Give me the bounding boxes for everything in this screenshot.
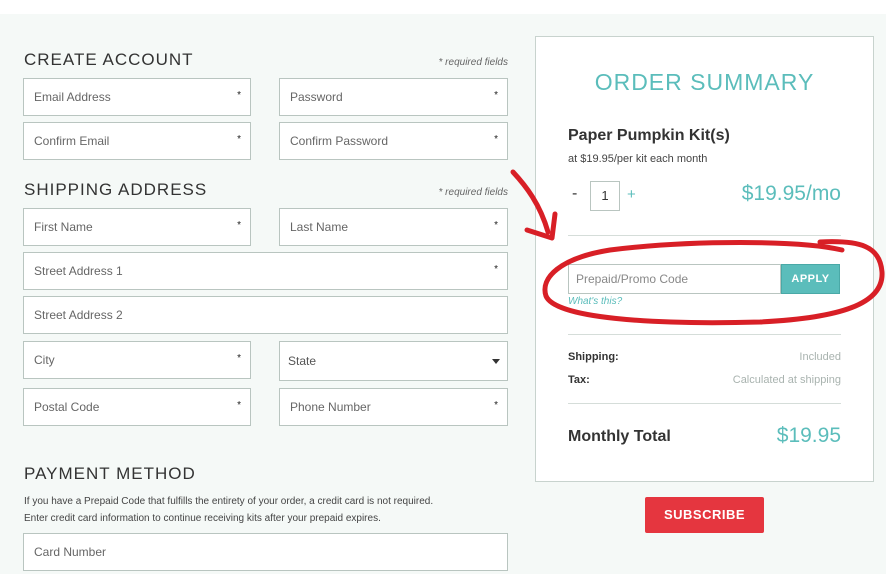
street-address-2-input[interactable]: [24, 297, 507, 333]
required-marker: *: [237, 134, 241, 145]
create-account-title: CREATE ACCOUNT: [24, 50, 194, 69]
required-marker: *: [237, 400, 241, 411]
confirm-password-field[interactable]: *: [279, 122, 508, 160]
last-name-input[interactable]: [280, 209, 507, 245]
city-input[interactable]: [24, 342, 250, 378]
postal-code-input[interactable]: [24, 389, 250, 425]
postal-code-field[interactable]: *: [23, 388, 251, 426]
quantity-increase-button[interactable]: +: [627, 186, 636, 203]
email-input[interactable]: [24, 79, 250, 115]
last-name-field[interactable]: *: [279, 208, 508, 246]
shipping-label: Shipping:: [568, 351, 619, 363]
product-price-note: at $19.95/per kit each month: [568, 153, 708, 165]
password-field[interactable]: *: [279, 78, 508, 116]
required-marker: *: [237, 90, 241, 101]
street-address-2-field[interactable]: [23, 296, 508, 334]
first-name-field[interactable]: *: [23, 208, 251, 246]
required-marker: *: [494, 220, 498, 231]
tax-value: Calculated at shipping: [732, 374, 841, 386]
street-address-1-field[interactable]: *: [23, 252, 508, 290]
card-number-field[interactable]: [23, 533, 508, 571]
tax-label: Tax:: [568, 374, 590, 386]
payment-note-line-1: If you have a Prepaid Code that fulfills…: [24, 496, 434, 507]
required-fields-note: * required fields: [438, 187, 508, 198]
first-name-input[interactable]: [24, 209, 250, 245]
apply-button[interactable]: APPLY: [781, 264, 840, 294]
required-marker: *: [237, 353, 241, 364]
payment-method-title: PAYMENT METHOD: [24, 464, 196, 483]
required-marker: *: [494, 90, 498, 101]
required-marker: *: [494, 400, 498, 411]
card-number-input[interactable]: [24, 534, 507, 570]
state-select-value: State: [288, 354, 317, 368]
divider: [568, 334, 841, 335]
shipping-address-title: SHIPPING ADDRESS: [24, 180, 208, 199]
confirm-password-input[interactable]: [280, 123, 507, 159]
promo-code-field[interactable]: [568, 264, 781, 294]
quantity-decrease-button[interactable]: -: [572, 185, 577, 203]
email-field[interactable]: *: [23, 78, 251, 116]
top-strip: [0, 0, 886, 14]
password-input[interactable]: [280, 79, 507, 115]
chevron-down-icon: [492, 359, 500, 364]
phone-number-input[interactable]: [280, 389, 507, 425]
confirm-email-input[interactable]: [24, 123, 250, 159]
order-summary-panel: ORDER SUMMARY Paper Pumpkin Kit(s) at $1…: [535, 36, 874, 482]
payment-note-line-2: Enter credit card information to continu…: [24, 513, 381, 524]
product-name: Paper Pumpkin Kit(s): [568, 127, 730, 144]
required-marker: *: [237, 220, 241, 231]
subscribe-button[interactable]: SUBSCRIBE: [645, 497, 764, 533]
monthly-total-value: $19.95: [776, 424, 841, 447]
whats-this-link[interactable]: What's this?: [568, 296, 622, 307]
required-marker: *: [494, 134, 498, 145]
promo-code-input[interactable]: [569, 265, 780, 293]
monthly-total-label: Monthly Total: [568, 428, 671, 445]
payment-note: If you have a Prepaid Code that fulfills…: [24, 493, 494, 527]
shipping-value: Included: [799, 351, 841, 363]
phone-number-field[interactable]: *: [279, 388, 508, 426]
order-summary-title: ORDER SUMMARY: [594, 69, 815, 95]
confirm-email-field[interactable]: *: [23, 122, 251, 160]
state-select[interactable]: State: [279, 341, 508, 381]
street-address-1-input[interactable]: [24, 253, 507, 289]
divider: [568, 403, 841, 404]
required-fields-note: * required fields: [438, 57, 508, 68]
city-field[interactable]: *: [23, 341, 251, 379]
quantity-input[interactable]: 1: [590, 181, 620, 211]
product-price: $19.95/mo: [741, 182, 841, 205]
required-marker: *: [494, 264, 498, 275]
divider: [568, 235, 841, 236]
